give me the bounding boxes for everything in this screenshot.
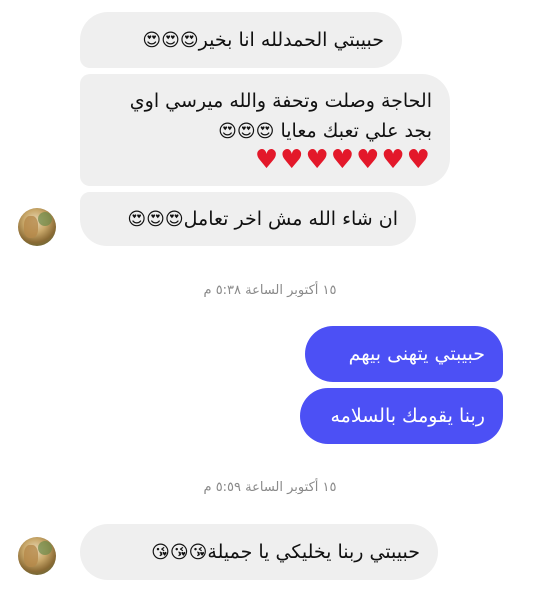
- message-text: حبيبتي ربنا يخليكي يا جميلة: [207, 541, 420, 563]
- message-text: حبيبتي يتهنى بيهم: [348, 343, 485, 365]
- heart-eyes-emoji-icon: 😍😍😍: [218, 121, 276, 142]
- kissing-emoji-icon: 😘😘😘: [151, 542, 209, 563]
- heart-eyes-emoji-icon: 😍😍😍: [142, 30, 200, 51]
- message-text-line: بجد علي تعبك معايا: [280, 120, 432, 142]
- message-text: ان شاء الله مش اخر تعامل: [183, 208, 398, 230]
- message-timestamp: ١٥ أكتوبر الساعة ٥:٥٩ م: [203, 480, 337, 495]
- incoming-message-bubble[interactable]: الحاجة وصلت وتحفة والله ميرسي اوي بجد عل…: [80, 74, 450, 186]
- contact-avatar[interactable]: [18, 208, 56, 246]
- incoming-message-bubble[interactable]: حبيبتي الحمدلله انا بخير😍😍😍: [80, 12, 402, 68]
- heart-eyes-emoji-icon: 😍😍😍: [127, 209, 185, 230]
- message-text: حبيبتي الحمدلله انا بخير: [198, 29, 384, 51]
- outgoing-message-bubble[interactable]: حبيبتي يتهنى بيهم: [305, 326, 503, 382]
- incoming-message-bubble[interactable]: ان شاء الله مش اخر تعامل😍😍😍: [80, 192, 416, 246]
- red-heart-emoji-icon: ♥♥♥♥♥♥♥: [254, 145, 432, 175]
- message-text-line: الحاجة وصلت وتحفة والله ميرسي اوي: [129, 90, 432, 112]
- message-timestamp: ١٥ أكتوبر الساعة ٥:٣٨ م: [203, 283, 337, 298]
- message-text: ربنا يقومك بالسلامه: [330, 405, 486, 427]
- outgoing-message-bubble[interactable]: ربنا يقومك بالسلامه: [300, 388, 503, 444]
- incoming-message-bubble[interactable]: حبيبتي ربنا يخليكي يا جميلة😘😘😘: [80, 524, 438, 580]
- contact-avatar[interactable]: [18, 537, 56, 575]
